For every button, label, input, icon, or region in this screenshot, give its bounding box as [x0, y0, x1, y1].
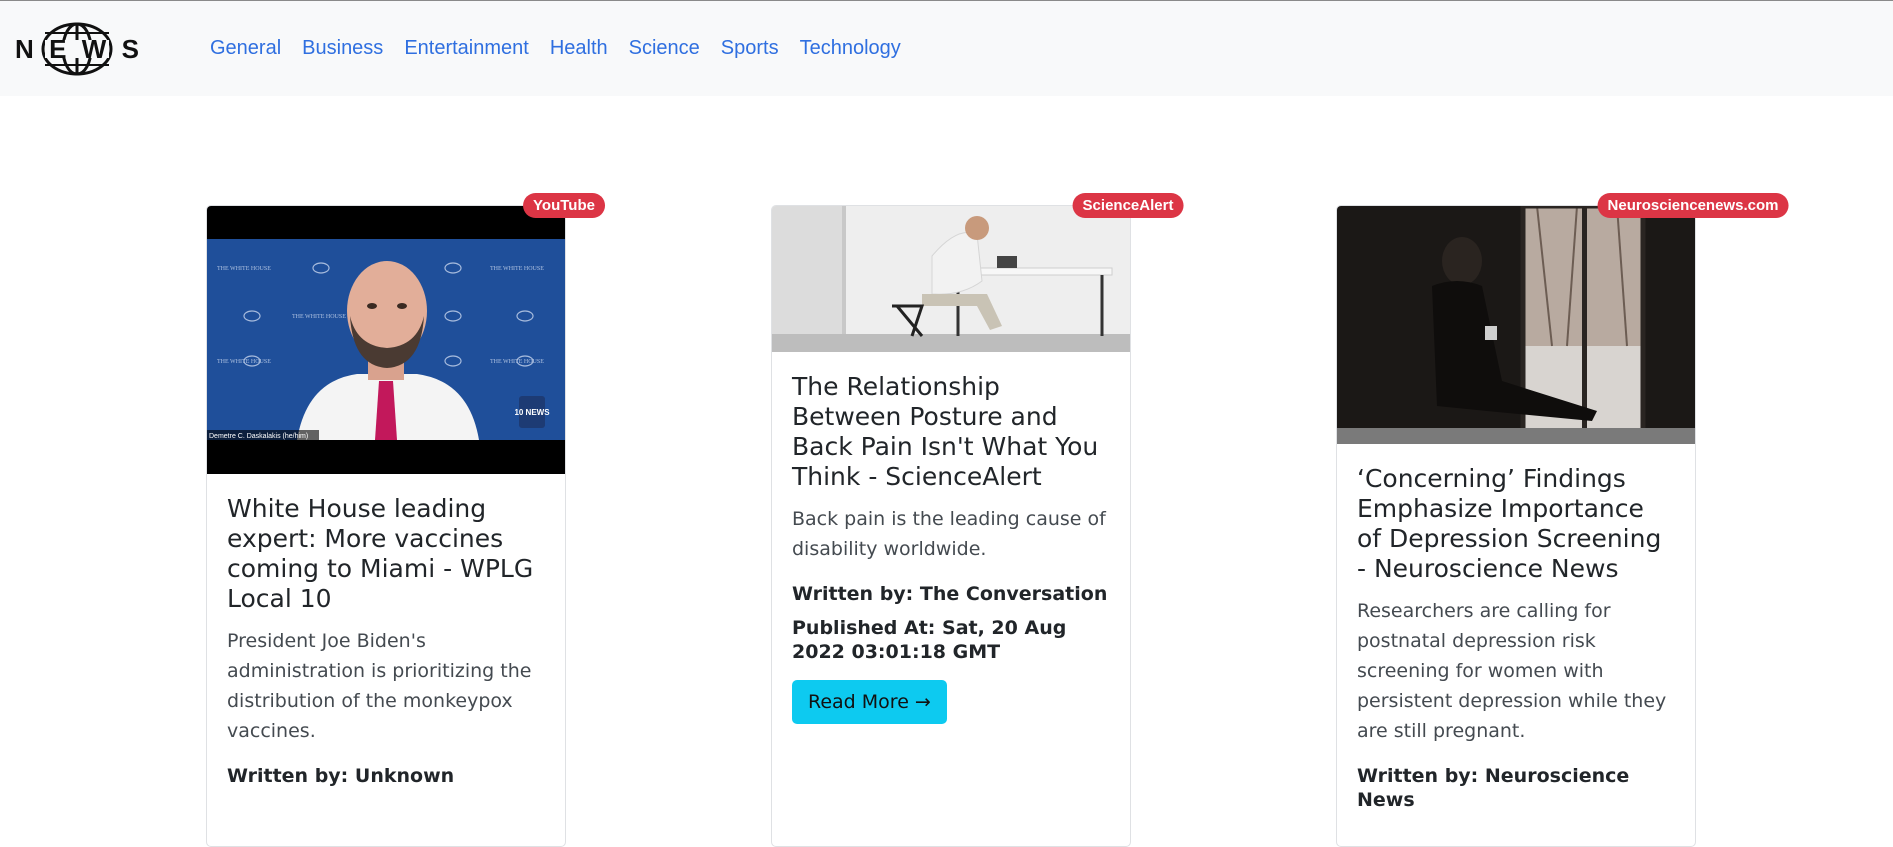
article-image-posture[interactable] — [772, 206, 1130, 352]
article-author: Written by: Neuroscience News — [1357, 765, 1630, 811]
nav-link-general[interactable]: General — [210, 37, 281, 60]
article-author: Written by: Unknown — [227, 765, 455, 787]
svg-text:THE WHITE HOUSE: THE WHITE HOUSE — [292, 314, 346, 320]
source-badge-youtube: YouTube — [523, 193, 605, 218]
news-logo[interactable]: NEWS — [13, 21, 141, 77]
article-title: ‘Concerning’ Findings Emphasize Importan… — [1357, 464, 1662, 583]
svg-text:THE WHITE HOUSE: THE WHITE HOUSE — [217, 266, 271, 272]
news-card-3: ‘Concerning’ Findings Emphasize Importan… — [1336, 205, 1696, 847]
svg-text:10 NEWS: 10 NEWS — [514, 408, 550, 417]
nav-link-business[interactable]: Business — [302, 37, 383, 60]
svg-text:THE WHITE HOUSE: THE WHITE HOUSE — [217, 359, 271, 365]
article-title: The Relationship Between Posture and Bac… — [792, 372, 1099, 491]
article-image-depression[interactable] — [1337, 206, 1695, 444]
source-badge-neurosciencenews: Neurosciencenews.com — [1597, 193, 1789, 218]
news-card-2: The Relationship Between Posture and Bac… — [771, 205, 1131, 847]
nav-link-science[interactable]: Science — [629, 37, 700, 60]
article-title: White House leading expert: More vaccine… — [227, 494, 534, 613]
article-description: Researchers are calling for postnatal de… — [1357, 600, 1667, 742]
article-author: Written by: The Conversation — [792, 583, 1108, 605]
nav-links: General Business Entertainment Health Sc… — [210, 37, 922, 60]
read-more-button[interactable]: Read More → — [792, 680, 947, 724]
article-image-video[interactable]: THE WHITE HOUSE THE WHITE HOUSE THE WHIT… — [207, 206, 565, 474]
nav-link-entertainment[interactable]: Entertainment — [404, 37, 529, 60]
article-description: Back pain is the leading cause of disabi… — [792, 508, 1106, 560]
svg-text:THE WHITE HOUSE: THE WHITE HOUSE — [490, 266, 544, 272]
article-published-date: Published At: Sat, 20 Aug 2022 03:01:18 … — [792, 617, 1067, 663]
svg-text:THE WHITE HOUSE: THE WHITE HOUSE — [490, 359, 544, 365]
source-badge-sciencealert: ScienceAlert — [1072, 193, 1184, 218]
nav-link-sports[interactable]: Sports — [721, 37, 779, 60]
navbar: NEWS General Business Entertainment Heal… — [0, 1, 1893, 96]
article-description: President Joe Biden's administration is … — [227, 630, 532, 742]
svg-text:Demetre C. Daskalakis (he/him): Demetre C. Daskalakis (he/him) — [209, 433, 308, 440]
news-card-1: THE WHITE HOUSE THE WHITE HOUSE THE WHIT… — [206, 205, 566, 847]
nav-link-technology[interactable]: Technology — [800, 37, 901, 60]
nav-link-health[interactable]: Health — [550, 37, 608, 60]
